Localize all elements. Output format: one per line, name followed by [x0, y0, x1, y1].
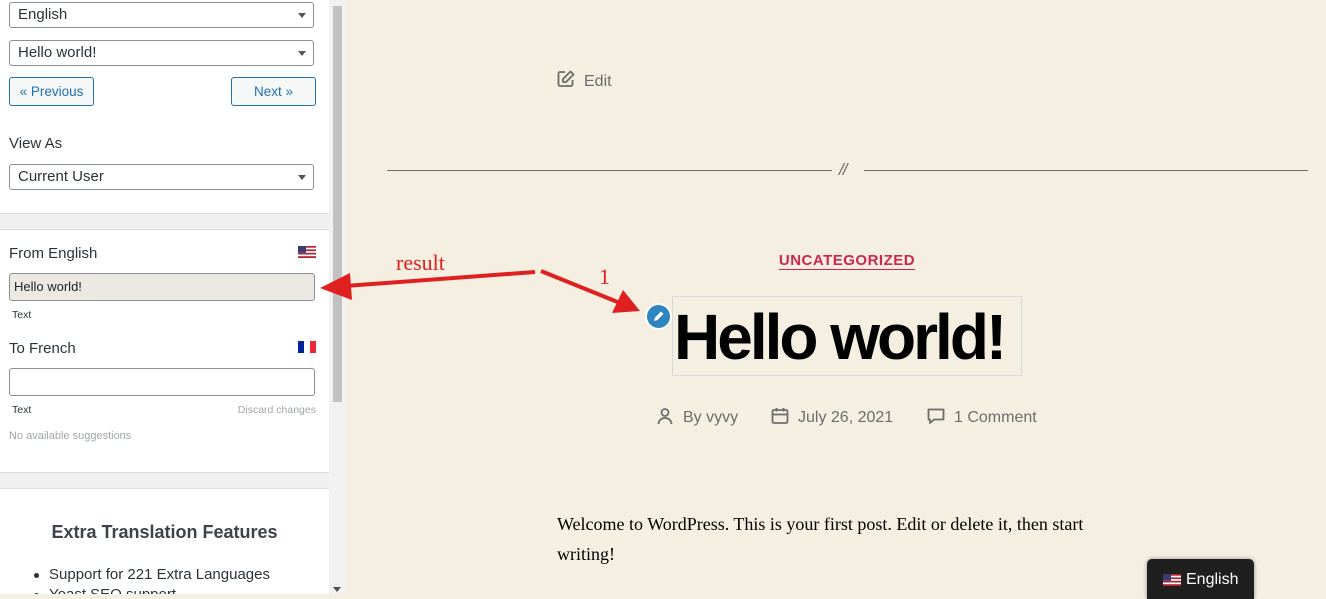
- step-annotation-label: 1: [599, 264, 610, 289]
- annotation-arrows: [320, 269, 640, 313]
- result-arrow: [320, 270, 536, 300]
- result-annotation-label: result: [396, 250, 445, 275]
- step-arrow: [540, 269, 640, 313]
